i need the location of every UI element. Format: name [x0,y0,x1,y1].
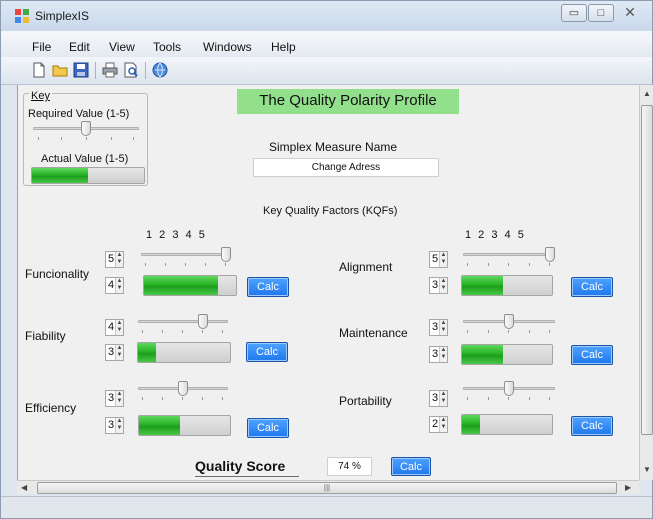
save-icon[interactable] [73,62,89,78]
actual-value-spinner-funcionality[interactable]: 4 ▲ ▼ [105,277,124,294]
key-title: Key [29,90,52,102]
slider-thumb[interactable] [221,247,231,262]
menu-bar: File Edit View Tools Windows Help [1,31,652,57]
actual-value-spinner-maintenance[interactable]: 3 ▲ ▼ [429,346,448,363]
slider-thumb[interactable] [178,381,188,396]
actual-progress-maintenance [461,344,553,365]
open-folder-icon[interactable] [52,62,68,78]
key-actual-progress [31,167,145,184]
scroll-right-icon[interactable]: ▶ [625,483,631,492]
calc-button-funcionality[interactable]: Calc [247,277,289,297]
measure-name-field[interactable]: Change Adress [253,158,439,177]
required-value-spinner-fiability[interactable]: 4 ▲ ▼ [105,319,124,336]
calc-button-portability[interactable]: Calc [571,416,613,436]
menu-tools[interactable]: Tools [153,40,181,54]
quality-score-label: Quality Score [195,458,286,474]
required-slider-funcionality[interactable] [141,247,231,269]
kqf-label-efficiency: Efficiency [25,401,77,415]
key-required-slider[interactable] [33,121,139,143]
actual-value-spinner-alignment[interactable]: 3 ▲ ▼ [429,277,448,294]
page-title: The Quality Polarity Profile [237,89,459,114]
scroll-up-icon[interactable]: ▲ [643,89,651,98]
slider-thumb[interactable] [81,121,91,136]
score-underline [195,476,299,477]
calc-button-efficiency[interactable]: Calc [247,418,289,438]
kqf-label-funcionality: Funcionality [25,267,90,281]
toolbar [1,57,652,85]
status-bar [1,496,652,518]
quality-score-value: 74 % [327,457,372,476]
menu-view[interactable]: View [109,40,135,54]
actual-value-spinner-portability[interactable]: 2 ▲ ▼ [429,416,448,433]
slider-thumb[interactable] [545,247,555,262]
required-slider-maintenance[interactable] [463,314,555,336]
app-window: SimplexIS ▭ □ ✕ File Edit View Tools Win… [0,0,653,519]
actual-progress-portability [461,414,553,435]
actual-progress-alignment [461,275,553,296]
close-button[interactable]: ✕ [615,4,645,22]
app-icon [15,9,29,23]
toolbar-separator [95,62,96,79]
required-value-spinner-funcionality[interactable]: 5 ▲ ▼ [105,251,124,268]
required-value-spinner-portability[interactable]: 3 ▲ ▼ [429,390,448,407]
scale-numbers-left: 1 2 3 4 5 [146,229,205,241]
score-calc-button[interactable]: Calc [391,457,431,476]
kqf-label-alignment: Alignment [339,260,393,274]
required-slider-fiability[interactable] [138,314,228,336]
scroll-down-icon[interactable]: ▼ [643,465,651,474]
kqf-label-maintenance: Maintenance [339,326,408,340]
required-slider-efficiency[interactable] [138,381,228,403]
actual-progress-efficiency [138,415,231,436]
print-preview-icon[interactable] [123,62,139,78]
actual-value-spinner-fiability[interactable]: 3 ▲ ▼ [105,344,124,361]
vertical-scrollbar[interactable]: ▲ ▼ [639,85,653,480]
required-value-spinner-maintenance[interactable]: 3 ▲ ▼ [429,319,448,336]
scroll-left-icon[interactable]: ◀ [21,483,27,492]
menu-help[interactable]: Help [271,40,296,54]
slider-thumb[interactable] [504,381,514,396]
maximize-button[interactable]: □ [588,4,614,22]
kqf-heading: Key Quality Factors (KQFs) [263,205,398,217]
actual-progress-funcionality [143,275,237,296]
toolbar-separator [145,62,146,79]
kqf-label-portability: Portability [339,394,392,408]
menu-edit[interactable]: Edit [69,40,90,54]
window-title: SimplexIS [35,9,90,23]
required-value-spinner-alignment[interactable]: 5 ▲ ▼ [429,251,448,268]
actual-value-label: Actual Value (1-5) [41,153,129,165]
required-value-label: Required Value (1-5) [28,108,130,120]
slider-thumb[interactable] [504,314,514,329]
calc-button-fiability[interactable]: Calc [246,342,288,362]
actual-value-spinner-efficiency[interactable]: 3 ▲ ▼ [105,417,124,434]
horizontal-scrollbar[interactable]: ◀ ||| ▶ [17,480,639,494]
refresh-globe-icon[interactable] [152,62,168,78]
title-bar: SimplexIS ▭ □ ✕ [1,1,652,31]
kqf-label-fiability: Fiability [25,329,66,343]
menu-file[interactable]: File [32,40,51,54]
scale-numbers-right: 1 2 3 4 5 [465,229,524,241]
new-file-icon[interactable] [31,62,47,78]
calc-button-maintenance[interactable]: Calc [571,345,613,365]
calc-button-alignment[interactable]: Calc [571,277,613,297]
horizontal-scroll-thumb[interactable]: ||| [37,482,617,494]
minimize-button[interactable]: ▭ [561,4,587,22]
menu-windows[interactable]: Windows [203,40,252,54]
required-slider-portability[interactable] [463,381,555,403]
print-icon[interactable] [102,62,118,78]
required-slider-alignment[interactable] [463,247,555,269]
vertical-scroll-thumb[interactable] [641,105,653,435]
slider-thumb[interactable] [198,314,208,329]
measure-name-label: Simplex Measure Name [269,140,398,154]
required-value-spinner-efficiency[interactable]: 3 ▲ ▼ [105,390,124,407]
actual-progress-fiability [137,342,231,363]
